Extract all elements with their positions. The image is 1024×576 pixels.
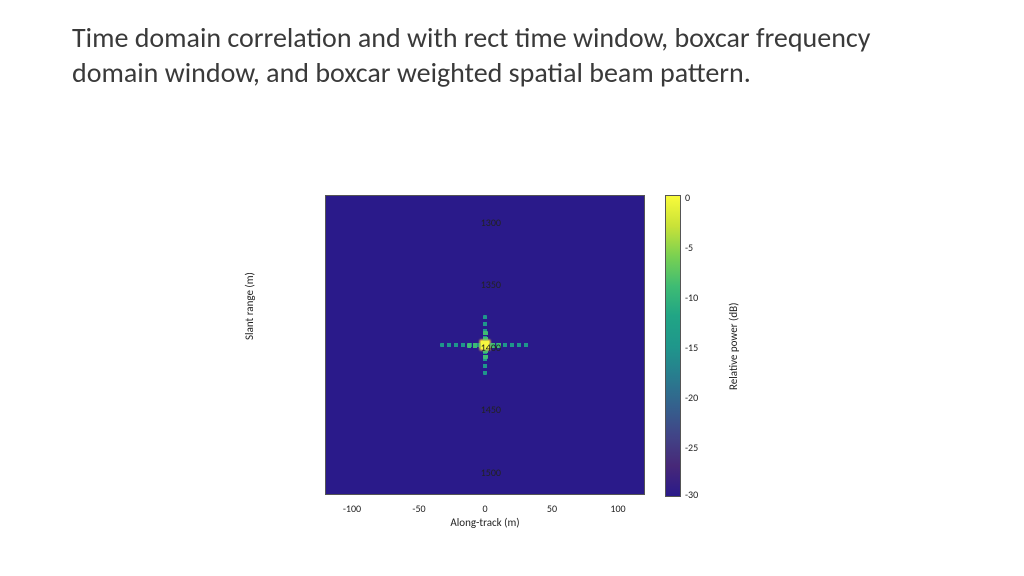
x-axis-label: Along-track (m): [325, 516, 645, 529]
colorbar-tick: -15: [685, 341, 698, 354]
colorbar-tick: 0: [685, 191, 690, 204]
x-tick: 0: [465, 502, 505, 515]
x-tick: -50: [399, 502, 439, 515]
slide-title: Time domain correlation and with rect ti…: [72, 20, 872, 90]
x-tick: -100: [332, 502, 372, 515]
colorbar-tick: -10: [685, 291, 698, 304]
y-tick: 1300: [441, 216, 501, 229]
y-tick: 1350: [441, 278, 501, 291]
colorbar-tick: -30: [685, 488, 698, 501]
x-tick: 100: [598, 502, 638, 515]
colorbar-label: Relative power (dB): [727, 303, 740, 390]
colorbar-tick: -5: [685, 241, 693, 254]
colorbar-tick: -25: [685, 441, 698, 454]
colorbar-tick: -20: [685, 391, 698, 404]
heatmap-chart: 1300 1350 1400 1450 1500 -100 -50 0 50 1…: [265, 190, 765, 550]
y-axis-label: Slant range (m): [243, 272, 256, 340]
colorbar: [665, 195, 681, 497]
y-tick: 1400: [441, 341, 501, 354]
y-tick: 1450: [441, 403, 501, 416]
y-tick: 1500: [441, 466, 501, 479]
x-tick: 50: [532, 502, 572, 515]
